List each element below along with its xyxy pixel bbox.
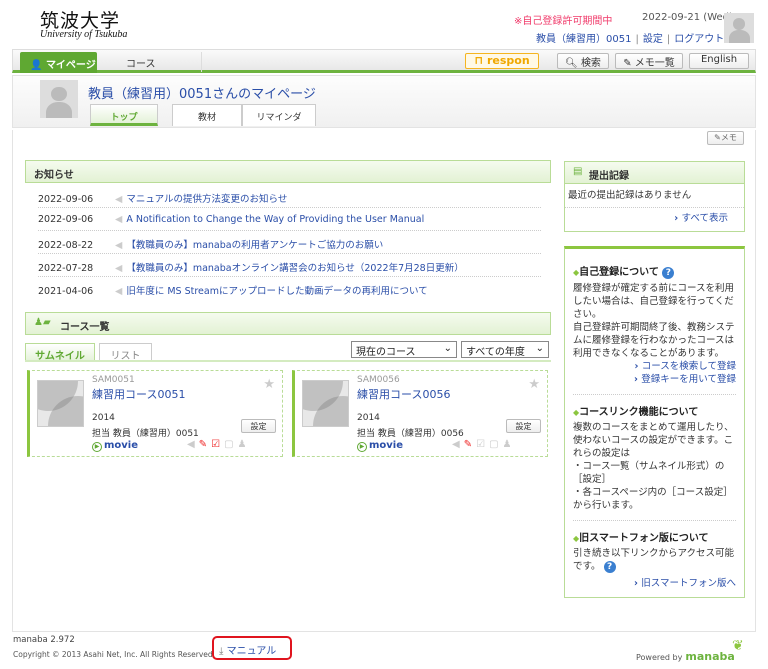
play-icon: ▶	[357, 442, 367, 452]
memo-button[interactable]: ✎メモ	[707, 131, 744, 145]
movie-link[interactable]: ▶ movie	[92, 440, 138, 452]
course-card: SAM0056 練習用コース0056 ★ 2014 担当 教員（練習用）0056…	[292, 370, 548, 457]
user-avatar[interactable]	[724, 13, 754, 43]
year-filter-select[interactable]: すべての年度 ⌄	[461, 341, 549, 358]
chat-icon: ▢	[489, 439, 503, 450]
course-name-link[interactable]: 練習用コース0056	[357, 386, 450, 402]
course-thumbnail[interactable]	[37, 380, 84, 427]
memo-list-button[interactable]: ✎ メモ一覧	[615, 53, 683, 69]
tab-list[interactable]: リスト	[99, 343, 152, 362]
tab-divider	[25, 360, 551, 362]
nav-course[interactable]: コース	[98, 52, 202, 72]
respon-icon: ⊓	[474, 54, 484, 67]
news-item: 2022-09-06 ◀ A Notification to Change the …	[38, 208, 541, 231]
manaba-logo: manaba	[685, 650, 735, 663]
current-date: 2022-09-21 (Wed)	[642, 12, 733, 23]
news-item: 2022-07-28 ◀ 【教職員のみ】manabaオンライン講習会のお知らせ（20…	[38, 254, 541, 277]
submission-box: ▤提出記録 最近の提出記録はありません すべて表示	[564, 161, 745, 232]
memo-icon: ✎	[623, 58, 632, 69]
tab-materials[interactable]: 教材	[172, 104, 242, 126]
course-status-icons: ◀✎☑▢♟	[187, 439, 250, 450]
news-item: 2021-04-06 ◀ 旧年度に MS Streamにアップロードした動画データの…	[38, 286, 428, 297]
course-card: SAM0051 練習用コース0051 ★ 2014 担当 教員（練習用）0051…	[27, 370, 283, 457]
course-settings-button[interactable]: 設定	[241, 419, 276, 433]
speaker-icon: ◀	[115, 214, 123, 225]
search-icon: 🔍︎	[565, 58, 578, 69]
course-list-header: ♟▰ コース一覧	[25, 312, 551, 335]
chevron-down-icon: ⌄	[443, 343, 452, 354]
news-item: 2022-09-06 ◀ マニュアルの提供方法変更のお知らせ	[38, 185, 541, 208]
star-icon[interactable]: ★	[528, 377, 540, 392]
search-course-register-link[interactable]: コースを検索して登録	[642, 361, 736, 372]
speaker-icon: ◀	[187, 439, 199, 450]
search-button[interactable]: 🔍︎ 検索	[557, 53, 609, 69]
course-status-icons: ◀✎☑▢♟	[452, 439, 515, 450]
respon-button[interactable]: ⊓ respon	[465, 53, 539, 69]
speaker-icon: ◀	[115, 194, 123, 205]
course-thumbnail[interactable]	[302, 380, 349, 427]
register-key-link[interactable]: 登録キーを用いて登録	[641, 374, 736, 385]
show-all-link[interactable]: すべて表示	[682, 213, 728, 224]
old-smartphone-link[interactable]: 旧スマートフォン版へ	[641, 578, 736, 589]
report-icon: ✎	[198, 439, 212, 450]
movie-link[interactable]: ▶ movie	[357, 440, 403, 452]
course-name-link[interactable]: 練習用コース0051	[92, 386, 185, 402]
version-text: manaba 2.972	[13, 635, 75, 645]
chat-icon: ▢	[224, 439, 238, 450]
tab-top[interactable]: トップ	[90, 104, 158, 126]
university-logo-en: University of Tsukuba	[40, 29, 128, 40]
person-icon: ♟	[237, 439, 251, 450]
english-button[interactable]: English	[689, 53, 749, 69]
settings-link[interactable]: 設定	[643, 34, 663, 45]
check-icon: ☑	[476, 439, 490, 450]
tab-reminder[interactable]: リマインダ	[242, 104, 316, 126]
person-icon: ♟	[502, 439, 516, 450]
star-icon[interactable]: ★	[263, 377, 275, 392]
speaker-icon: ◀	[115, 263, 123, 274]
user-links: 教員（練習用）0051 | 設定 | ログアウト	[536, 34, 725, 45]
speaker-icon: ◀	[452, 439, 464, 450]
course-filter-select[interactable]: 現在のコース ⌄	[351, 341, 457, 358]
logout-link[interactable]: ログアウト	[674, 34, 724, 45]
info-box: ◆自己登録について ? 履修登録が確定する前にコースを利用したい場合は、自己登録…	[564, 246, 745, 598]
powered-by: Powered by manaba	[636, 650, 735, 663]
manual-link[interactable]: ⤓ マニュアル	[212, 636, 292, 660]
person-icon: 👤	[30, 60, 43, 71]
play-icon: ▶	[92, 442, 102, 452]
self-registration-notice: ※自己登録許可期間中	[514, 16, 613, 27]
manaba-leaf-icon: ❦	[732, 638, 744, 654]
course-settings-button[interactable]: 設定	[506, 419, 541, 433]
page-title: 教員（練習用）0051さんのマイページ	[88, 87, 316, 102]
nav-mypage[interactable]: 👤 マイページ	[20, 52, 97, 73]
download-icon: ⤓	[219, 646, 224, 657]
help-icon[interactable]: ?	[603, 561, 616, 573]
speaker-icon: ◀	[115, 240, 123, 251]
help-icon[interactable]: ?	[662, 267, 675, 279]
speaker-icon: ◀	[115, 286, 123, 297]
chevron-down-icon: ⌄	[535, 343, 544, 354]
check-icon: ☑	[211, 439, 225, 450]
course-icon: ♟▰	[34, 317, 51, 328]
user-avatar-large	[40, 80, 78, 118]
tab-thumbnail[interactable]: サムネイル	[25, 343, 95, 362]
document-icon: ▤	[573, 166, 583, 177]
copyright-text: Copyright © 2013 Asahi Net, Inc. All Rig…	[13, 650, 216, 659]
news-header: お知らせ	[25, 160, 551, 183]
report-icon: ✎	[463, 439, 477, 450]
user-name-link[interactable]: 教員（練習用）0051	[536, 34, 631, 45]
news-item: 2022-08-22 ◀ 【教職員のみ】manabaの利用者アンケートご協力のお願い	[38, 231, 541, 254]
